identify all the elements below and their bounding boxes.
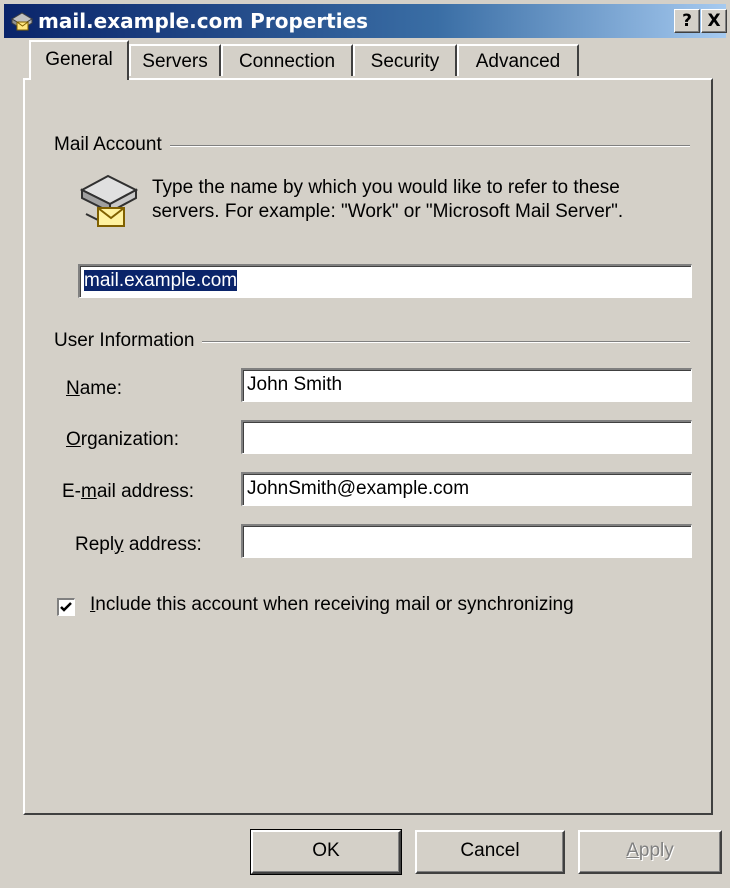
reply-label-text: address: (123, 534, 202, 555)
organization-input[interactable] (241, 420, 692, 454)
email-label-access-key: m (81, 481, 97, 502)
name-label-text: ame: (79, 378, 122, 399)
tab-connection-label: Connection (238, 51, 336, 72)
mail-account-icon (11, 12, 33, 31)
tab-general-label: General (45, 49, 113, 70)
mail-account-group-label: Mail Account (54, 134, 170, 156)
name-input[interactable]: John Smith (241, 368, 692, 402)
email-label-prefix: E- (62, 481, 81, 502)
apply-label: pply (638, 840, 674, 861)
apply-access-key: A (626, 840, 639, 861)
title-bar[interactable]: mail.example.com Properties ? X (4, 4, 727, 38)
tab-advanced-label: Advanced (475, 51, 561, 72)
organization-label-access-key: O (66, 429, 81, 450)
reply-address-label: Reply address: (75, 534, 202, 556)
tab-security-label: Security (370, 51, 440, 72)
account-name-value: mail.example.com (84, 270, 238, 291)
properties-dialog: mail.example.com Properties ? X General … (0, 0, 730, 888)
close-button[interactable]: X (701, 9, 727, 33)
tab-servers-label: Servers (142, 51, 208, 72)
account-name-input[interactable]: mail.example.com (78, 264, 692, 298)
cancel-button[interactable]: Cancel (415, 830, 565, 874)
tab-general[interactable]: General (29, 40, 129, 80)
reply-address-input[interactable] (241, 524, 692, 558)
include-label-text: nclude this account when receiving mail … (95, 594, 574, 615)
window-title: mail.example.com Properties (38, 9, 369, 33)
name-label-access-key: N (66, 378, 80, 399)
apply-button[interactable]: Apply (578, 830, 722, 874)
email-input[interactable]: JohnSmith@example.com (241, 472, 692, 506)
ok-button[interactable]: OK (250, 829, 402, 875)
organization-label-text: rganization: (80, 429, 180, 450)
include-account-label[interactable]: Include this account when receiving mail… (90, 594, 574, 616)
reply-label-prefix: Repl (75, 534, 115, 555)
email-label-text: ail address: (96, 481, 194, 502)
help-button[interactable]: ? (674, 9, 700, 33)
name-label: Name: (66, 378, 122, 400)
tab-servers[interactable]: Servers (129, 44, 221, 76)
tab-advanced[interactable]: Advanced (457, 44, 579, 76)
user-info-group-label: User Information (54, 330, 203, 352)
tab-connection[interactable]: Connection (221, 44, 353, 76)
checkmark-icon (60, 602, 72, 612)
reply-label-access-key: y (114, 534, 124, 555)
organization-label: Organization: (66, 429, 179, 451)
email-label: E-mail address: (62, 481, 194, 503)
mail-server-icon (79, 174, 139, 227)
include-account-checkbox[interactable] (57, 598, 75, 616)
tab-security[interactable]: Security (353, 44, 457, 76)
mail-account-description: Type the name by which you would like to… (152, 177, 624, 222)
